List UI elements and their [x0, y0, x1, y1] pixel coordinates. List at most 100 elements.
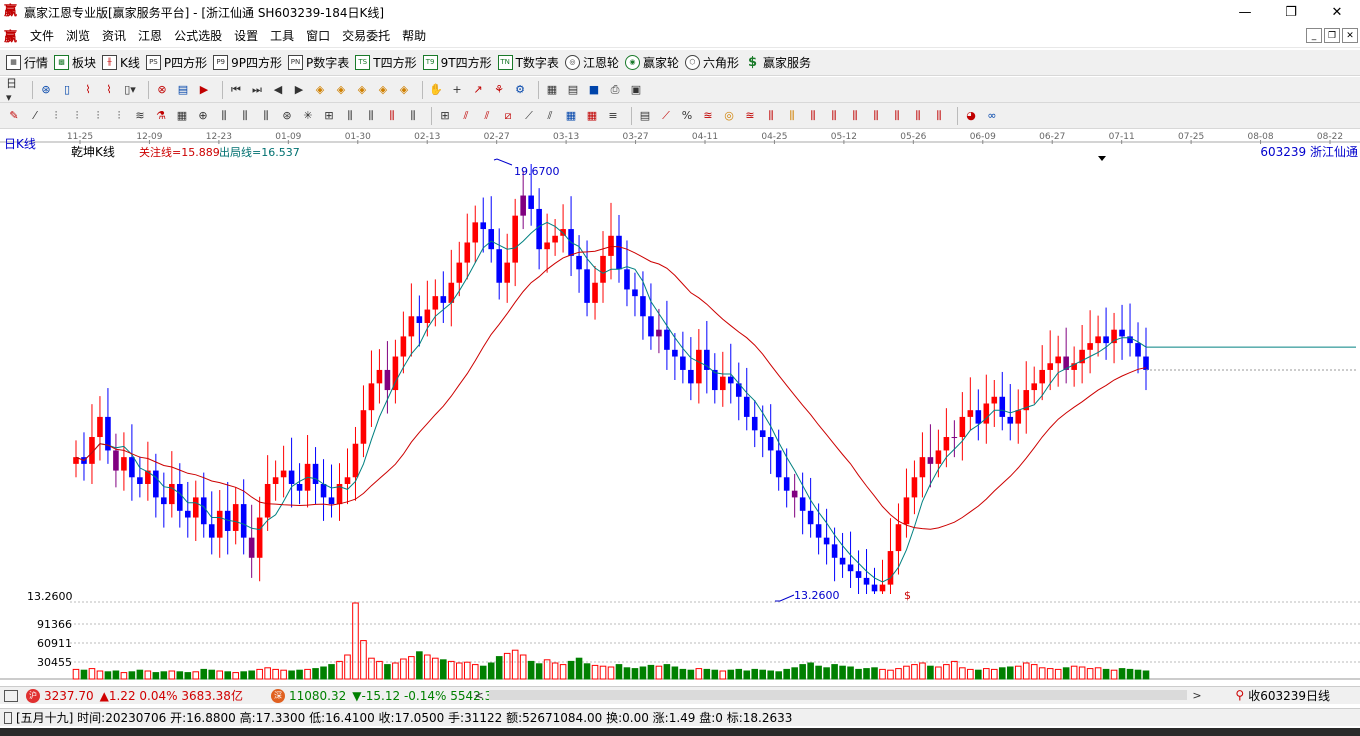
line-20-icon[interactable]: ⊞	[437, 108, 453, 124]
nav-3-icon[interactable]: ◈	[354, 82, 370, 98]
line-15-icon[interactable]: ⊞	[321, 108, 337, 124]
line-29-icon[interactable]: ▤	[637, 108, 653, 124]
tool-a-icon[interactable]: ⚘	[491, 82, 507, 98]
line-22-icon[interactable]: ⫽	[479, 108, 495, 124]
infinity-icon[interactable]: ∞	[984, 108, 1000, 124]
line-9-icon[interactable]: ⊕	[195, 108, 211, 124]
mdi-close-button[interactable]: ✕	[1342, 28, 1358, 43]
table-icon[interactable]: ▤	[565, 82, 581, 98]
line-37-icon[interactable]: ⫼	[826, 108, 842, 124]
first-icon[interactable]: ⏮	[228, 82, 244, 98]
line-1-icon[interactable]: ⁄	[27, 108, 43, 124]
sh-index-change[interactable]: ▲1.22 0.04% 3683.38亿	[100, 687, 243, 704]
toolbar-gann-wheel-button[interactable]: ◎ 江恩轮	[564, 53, 619, 73]
period-selector-icon[interactable]: 日▾	[6, 77, 22, 104]
percent-icon[interactable]: %	[679, 108, 695, 124]
sz-index-value[interactable]: 11080.32	[289, 689, 346, 703]
kline-chart-panel[interactable]: 11-25 12-09 12-23 01-09 01-30 02-13 02-27 03-13…	[0, 129, 1360, 683]
toolbar-quotes-button[interactable]: ▦ 行情	[6, 53, 48, 73]
line-38-icon[interactable]: ⫼	[847, 108, 863, 124]
line-28-icon[interactable]: ≡	[605, 108, 621, 124]
mdi-restore-button[interactable]: ❐	[1324, 28, 1340, 43]
sh-index-value[interactable]: 3237.70	[44, 689, 94, 703]
line-18-icon[interactable]: ⫼	[384, 108, 400, 124]
save-icon[interactable]: ■	[586, 82, 602, 98]
line-10-icon[interactable]: ⫼	[216, 108, 232, 124]
line-17-icon[interactable]: ⫼	[363, 108, 379, 124]
toolbar-hexagon-button[interactable]: ⬡ 六角形	[684, 53, 739, 73]
menu-window[interactable]: 窗口	[300, 27, 336, 44]
calendar-icon[interactable]: ▦	[544, 82, 560, 98]
grid-icon[interactable]	[4, 689, 18, 702]
close-button[interactable]: ✕	[1314, 0, 1360, 24]
toolbar-t-number-table-button[interactable]: TN T数字表	[497, 53, 559, 73]
prev-icon[interactable]: ◀	[270, 82, 286, 98]
menu-file[interactable]: 文件	[24, 27, 60, 44]
line-7-icon[interactable]: ⚗	[153, 108, 169, 124]
toolbar-p-square-button[interactable]: PS P四方形	[145, 53, 207, 73]
line-5-icon[interactable]: ⫶	[111, 108, 127, 124]
next-icon[interactable]: ▶	[291, 82, 307, 98]
minimize-button[interactable]: —	[1222, 0, 1268, 24]
close-line-label[interactable]: 收603239日线	[1248, 687, 1330, 704]
trend-icon[interactable]: ↗	[470, 82, 486, 98]
line-40-icon[interactable]: ⫼	[889, 108, 905, 124]
draw-tool-3-icon[interactable]: ⌇	[80, 82, 96, 98]
menu-browse[interactable]: 浏览	[60, 27, 96, 44]
scroll-track[interactable]	[489, 690, 1187, 700]
toolbar-9p-square-button[interactable]: P9 9P四方形	[213, 53, 282, 73]
scroll-left-icon[interactable]: <	[473, 689, 485, 702]
line-13-icon[interactable]: ⊛	[279, 108, 295, 124]
draw-tool-1-icon[interactable]: ⊛	[38, 82, 54, 98]
menu-help[interactable]: 帮助	[396, 27, 432, 44]
toolbar-winner-service-button[interactable]: $ 赢家服务	[745, 53, 811, 73]
restore-button[interactable]: ❐	[1268, 0, 1314, 24]
scroll-right-icon[interactable]: >	[1191, 689, 1203, 702]
export-icon[interactable]: ▣	[628, 82, 644, 98]
menu-gann[interactable]: 江恩	[132, 27, 168, 44]
line-14-icon[interactable]: ✳	[300, 108, 316, 124]
horizontal-scrollbar[interactable]: < >	[473, 688, 1203, 702]
line-3-icon[interactable]: ⫶	[69, 108, 85, 124]
line-39-icon[interactable]: ⫼	[868, 108, 884, 124]
menu-formula-screen[interactable]: 公式选股	[168, 27, 228, 44]
mdi-minimize-button[interactable]: _	[1306, 28, 1322, 43]
toolbar-t-square-button[interactable]: TS T四方形	[355, 53, 417, 73]
line-31-icon[interactable]: ≊	[700, 108, 716, 124]
menu-info[interactable]: 资讯	[96, 27, 132, 44]
crosshair-icon[interactable]: +	[449, 82, 465, 98]
line-24-icon[interactable]: ⟋	[521, 108, 537, 124]
pen-icon[interactable]: ✎	[6, 108, 22, 124]
toolbar-winner-wheel-button[interactable]: ◉ 赢家轮	[624, 53, 679, 73]
menu-trade[interactable]: 交易委托	[336, 27, 396, 44]
toolbar-9t-square-button[interactable]: T9 9T四方形	[422, 53, 492, 73]
toolbar-kline-button[interactable]: ╫ K线	[102, 53, 140, 73]
menu-settings[interactable]: 设置	[228, 27, 264, 44]
toolbar-p-number-table-button[interactable]: PN P数字表	[288, 53, 349, 73]
globe-icon[interactable]: ◕	[963, 108, 979, 124]
line-19-icon[interactable]: ⫼	[405, 108, 421, 124]
line-36-icon[interactable]: ⫼	[805, 108, 821, 124]
draw-tool-8-icon[interactable]: ▶	[196, 82, 212, 98]
line-11-icon[interactable]: ⫼	[237, 108, 253, 124]
last-icon[interactable]: ⏭	[249, 82, 265, 98]
line-30-icon[interactable]: ⟋	[658, 108, 674, 124]
line-27-icon[interactable]: ▦	[584, 108, 600, 124]
nav-1-icon[interactable]: ◈	[312, 82, 328, 98]
nav-5-icon[interactable]: ◈	[396, 82, 412, 98]
line-6-icon[interactable]: ≋	[132, 108, 148, 124]
line-8-icon[interactable]: ▦	[174, 108, 190, 124]
line-23-icon[interactable]: ⧄	[500, 108, 516, 124]
line-2-icon[interactable]: ⫶	[48, 108, 64, 124]
draw-tool-7-icon[interactable]: ▤	[175, 82, 191, 98]
line-12-icon[interactable]: ⫼	[258, 108, 274, 124]
line-21-icon[interactable]: ⫽	[458, 108, 474, 124]
kline-chart[interactable]: 11-25 12-09 12-23 01-09 01-30 02-13 02-27 03-13…	[0, 129, 1360, 683]
draw-tool-6-icon[interactable]: ⊗	[154, 82, 170, 98]
line-32-icon[interactable]: ◎	[721, 108, 737, 124]
line-26-icon[interactable]: ▦	[563, 108, 579, 124]
draw-tool-5-icon[interactable]: ▯▾	[122, 82, 138, 98]
line-34-icon[interactable]: ⫼	[763, 108, 779, 124]
draw-tool-2-icon[interactable]: ▯	[59, 82, 75, 98]
line-41-icon[interactable]: ⫼	[910, 108, 926, 124]
